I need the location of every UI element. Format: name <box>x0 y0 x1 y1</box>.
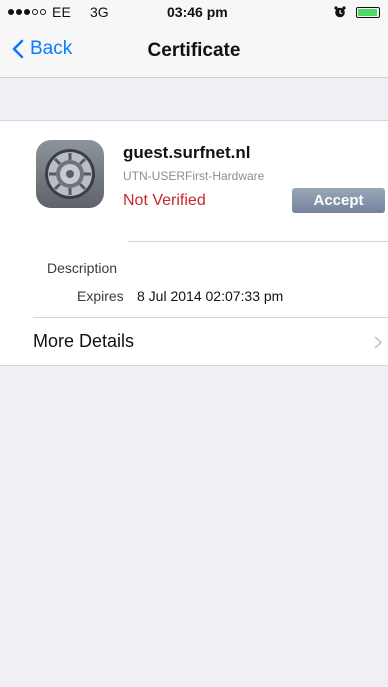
status-bar: EE 3G 03:46 pm <box>0 0 388 26</box>
battery-fill <box>358 9 377 16</box>
more-details-label: More Details <box>33 331 135 351</box>
certificate-screen: EE 3G 03:46 pm Back Certificate guest.su… <box>0 0 388 687</box>
battery-icon <box>356 7 380 18</box>
expires-value: 8 Jul 2014 02:07:33 pm <box>137 288 284 304</box>
verification-status: Not Verified <box>123 192 206 209</box>
signal-strength-icon <box>8 9 46 15</box>
certificate-issuer: UTN-USERFirst-Hardware <box>123 169 265 183</box>
more-details-row[interactable]: More Details <box>0 318 388 366</box>
network-type: 3G <box>90 4 109 20</box>
alarm-clock-icon <box>334 6 346 18</box>
carrier-name: EE <box>52 4 72 20</box>
page-title: Certificate <box>147 40 241 61</box>
signal-dot <box>32 9 38 15</box>
status-time: 03:46 pm <box>167 4 228 20</box>
signal-dot <box>8 9 14 15</box>
navigation-bar: Back Certificate <box>0 26 388 78</box>
settings-gear-icon <box>36 140 104 208</box>
signal-dot <box>24 9 30 15</box>
description-label: Description <box>47 260 118 276</box>
divider <box>128 241 388 242</box>
chevron-right-icon <box>374 336 382 349</box>
certificate-card: guest.surfnet.nl UTN-USERFirst-Hardware … <box>0 120 388 366</box>
accept-button[interactable]: Accept <box>292 188 385 213</box>
signal-dot <box>16 9 22 15</box>
signal-dot <box>40 9 46 15</box>
expires-label: Expires <box>77 288 124 304</box>
certificate-name: guest.surfnet.nl <box>123 143 251 162</box>
